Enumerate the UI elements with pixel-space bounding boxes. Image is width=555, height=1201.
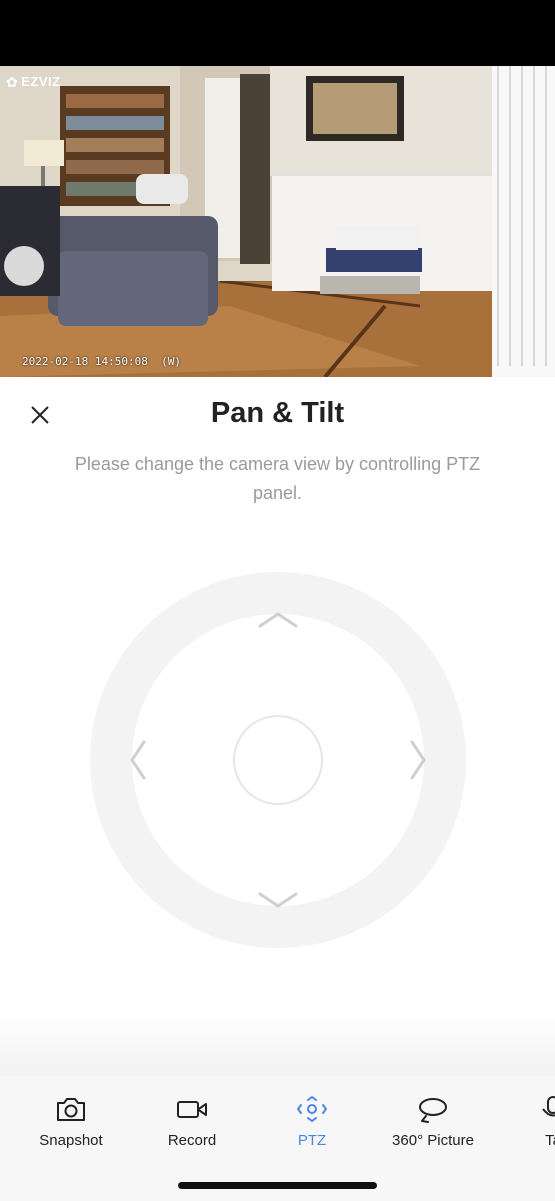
ezviz-logo: ✿ EZVIZ [6,74,61,89]
ptz-label: PTZ [297,1132,327,1149]
ptz-icon [297,1096,327,1122]
ptz-button[interactable]: PTZ [252,1094,372,1149]
home-indicator [178,1182,377,1189]
ptz-control-pad[interactable] [90,572,466,948]
record-label: Record [167,1132,217,1149]
ptz-hint-text: Please change the camera view by control… [74,454,481,503]
pan-down-icon[interactable] [256,890,300,910]
ptz-header: Pan & Tilt [0,377,555,457]
snapshot-label: Snapshot [39,1132,103,1149]
pan-up-icon[interactable] [256,610,300,630]
ptz-center-button[interactable] [233,715,323,805]
camera-live-view[interactable]: ✿ EZVIZ 2022-02-18 14:50:08 (W) [0,66,555,377]
talk-button[interactable]: Ta [493,1094,555,1149]
pan-left-icon[interactable] [128,738,148,782]
camera-scene [0,66,555,377]
rotate-icon [419,1098,447,1123]
video-camera-icon [177,1101,207,1118]
video-timestamp: 2022-02-18 14:50:08 (W) [22,355,181,368]
page-title: Pan & Tilt [210,397,345,429]
toolbar-shadow [0,1010,555,1076]
microphone-icon [542,1096,555,1117]
ezviz-logo-icon: ✿ [6,73,19,90]
camera-icon [57,1098,85,1121]
status-bar [0,0,555,66]
brand-name: EZVIZ [21,74,61,89]
360-picture-label: 360° Picture [392,1132,474,1149]
snapshot-button[interactable]: Snapshot [11,1094,131,1149]
360-picture-button[interactable]: 360° Picture [373,1094,493,1149]
talk-label: Ta [545,1132,555,1149]
record-button[interactable]: Record [132,1094,252,1149]
pan-right-icon[interactable] [408,738,428,782]
